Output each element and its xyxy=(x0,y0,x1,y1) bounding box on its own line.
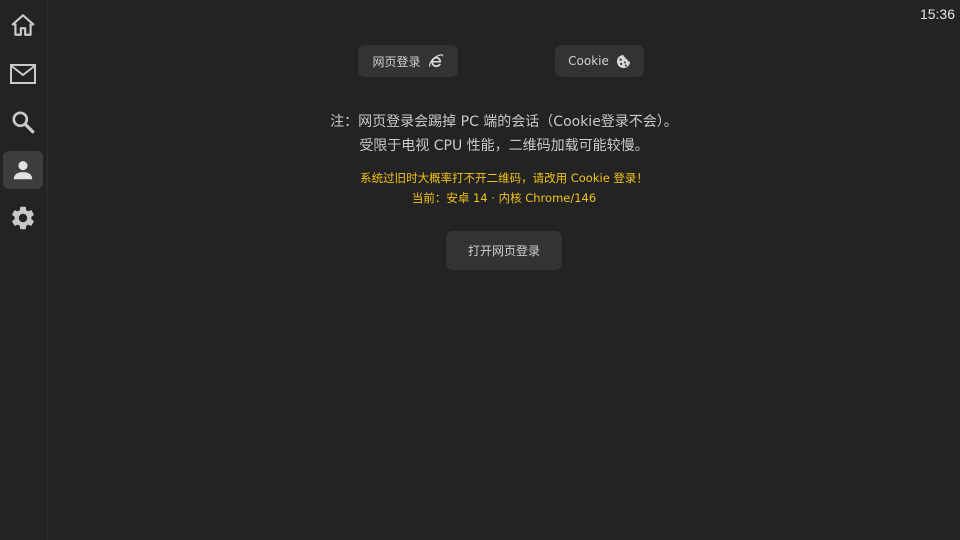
gear-icon xyxy=(9,204,37,232)
sidebar-item-settings[interactable] xyxy=(3,199,43,237)
cookie-login-tab-label: Cookie xyxy=(568,54,609,68)
cookie-icon xyxy=(616,54,631,69)
person-icon xyxy=(10,157,36,183)
search-icon xyxy=(10,109,36,135)
sidebar-item-search[interactable] xyxy=(3,103,43,141)
internet-explorer-icon xyxy=(428,53,444,69)
sidebar-item-home[interactable] xyxy=(3,6,43,44)
login-note-line-1: 注：网页登录会踢掉 PC 端的会话（Cookie登录不会）。 xyxy=(330,114,678,130)
mail-icon xyxy=(9,62,37,86)
compat-warning-line-1: 系统过旧时大概率打不开二维码，请改用 Cookie 登录！ xyxy=(360,171,648,185)
system-info-line: 当前：安卓 14 · 内核 Chrome/146 xyxy=(411,191,597,205)
cookie-login-tab-button[interactable]: Cookie xyxy=(555,45,644,77)
login-note-line-2: 受限于电视 CPU 性能，二维码加载可能较慢。 xyxy=(359,138,649,154)
sidebar xyxy=(0,0,48,540)
web-login-tab-label: 网页登录 xyxy=(372,54,421,69)
status-clock: 15:36 xyxy=(919,6,955,22)
app-window: 15:36 网页登录 Cookie 注：网页登录会踢掉 PC 端的会话（Cook… xyxy=(0,0,960,540)
open-web-login-button[interactable]: 打开网页登录 xyxy=(446,231,562,270)
web-login-tab-button[interactable]: 网页登录 xyxy=(358,45,458,77)
sidebar-item-messages[interactable] xyxy=(3,55,43,93)
sidebar-item-account[interactable] xyxy=(3,151,43,189)
home-icon xyxy=(10,12,36,38)
